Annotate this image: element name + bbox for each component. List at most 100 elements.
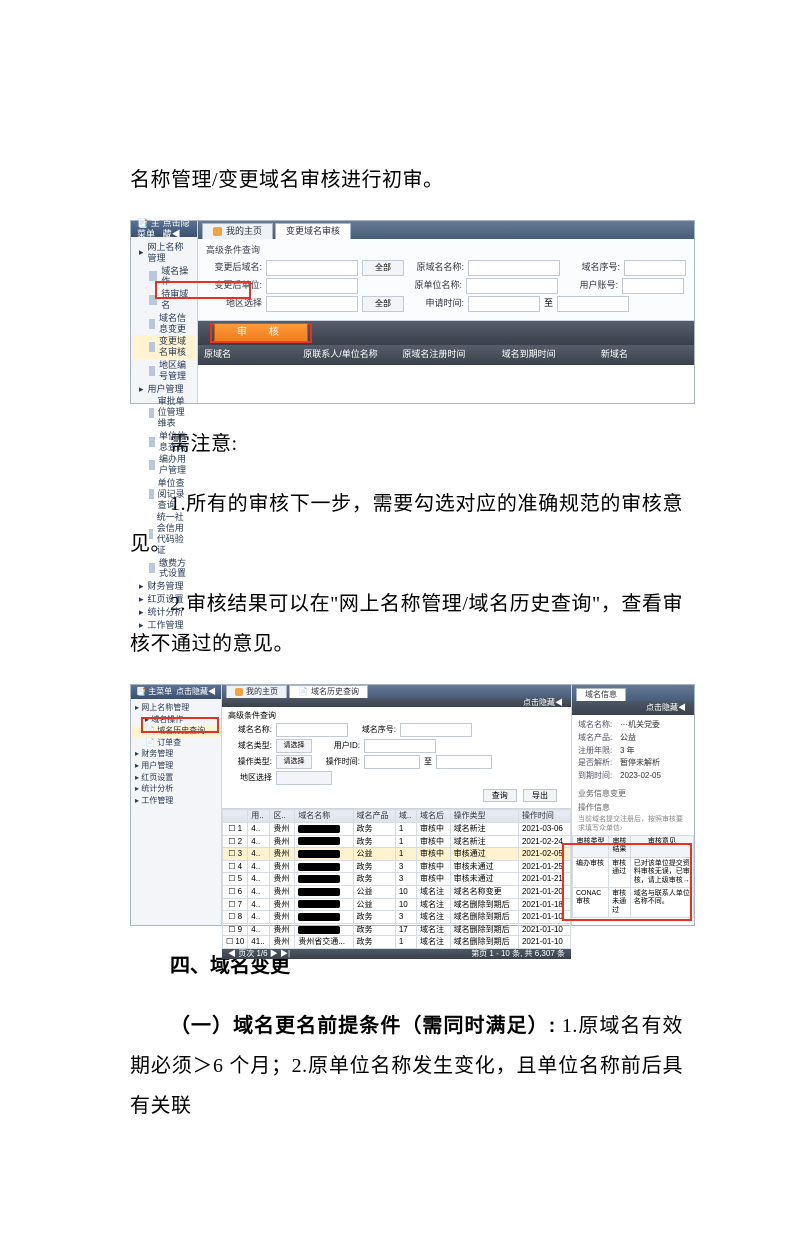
table-row[interactable]: ☐ 14..贵州政务1审核中域名新注2021-03-06 [223, 822, 571, 835]
tab-history[interactable]: 📄 域名历史查询 [289, 685, 368, 698]
select[interactable]: 请选择 [276, 755, 312, 769]
column-header: 域名后 [416, 810, 450, 823]
table-row[interactable]: ☐ 64..贵州公益10域名注域名名称变更2021-01-20 [223, 885, 571, 898]
pager-info: 第页 1 - 10 条, 共 6,307 条 [471, 949, 565, 959]
label: 地区选择 [228, 773, 272, 783]
tab-home[interactable]: 我的主页 [226, 685, 287, 698]
pager-nav[interactable]: ◀ 页次 1/6 ▶ ▶| [228, 949, 290, 959]
label: 用户账号: [562, 280, 618, 291]
section-label: 业务信息变更 [572, 787, 694, 801]
tree-item[interactable]: 域名信息变更 [133, 312, 195, 336]
date-input[interactable] [557, 296, 629, 312]
select[interactable]: 请选择 [276, 739, 312, 753]
label: 域名序号: [564, 262, 620, 273]
note-2: 2.审核结果可以在"网上名称管理/域名历史查询"，查看审核不通过的意见。 [130, 584, 683, 664]
label: 原单位名称: [406, 280, 462, 291]
search-button[interactable]: 查询 [483, 789, 517, 803]
panel-title: 域名信息 [576, 688, 626, 701]
to-label: 至 [544, 298, 553, 309]
tree-item[interactable]: 地区编号管理 [133, 359, 195, 383]
column-header: 原联系人/单位名称 [297, 349, 396, 360]
audit-button[interactable]: 审 核 [214, 323, 308, 342]
tree-item[interactable]: 编办用户管理 [133, 453, 195, 477]
table-row[interactable]: ☐ 84..贵州政务3域名注域名删除到期后2021-01-10 [223, 911, 571, 924]
sidebar-title: 📑 主菜单 [136, 687, 172, 697]
table-row[interactable]: ☐ 54..贵州政务3审核中审核未通过2021-01-21 [223, 873, 571, 886]
screenshot-history-query: 📑 主菜单 点击隐藏◀ ▸ 网上名称管理 ▸ 域名操作 📄 域名历史查询 📄 订… [130, 684, 695, 926]
intro-text: 名称管理/变更域名审核进行初审。 [130, 160, 683, 200]
tree-item[interactable]: 📄 订单查 [131, 737, 221, 749]
table-row[interactable]: ☐ 24..贵州政务1审核中域名新注2021-02-24 [223, 835, 571, 848]
table-row[interactable]: ☐ 1041..贵州贵州省交通...政务1域名注域名删除到期后2021-01-1… [223, 936, 571, 949]
collapse-handle[interactable]: 点击隐藏◀ [646, 703, 686, 713]
label: 域名名称: [228, 725, 272, 735]
input[interactable] [266, 260, 358, 276]
note-title: 需注意: [130, 424, 683, 464]
tab-change-audit[interactable]: 变更域名审核 [275, 223, 351, 239]
label: 操作类型: [228, 757, 272, 767]
input[interactable] [266, 296, 358, 312]
label: 用户ID: [316, 741, 360, 751]
table-row[interactable]: ☐ 74..贵州公益10域名注域名删除到期后2021-01-18 [223, 898, 571, 911]
date-input[interactable] [436, 755, 492, 769]
tree-item[interactable]: ▸ 工作管理 [133, 619, 195, 632]
table-row[interactable]: ☐ 44..贵州政务3审核中审核未通过2021-01-25 [223, 860, 571, 873]
home-icon [213, 227, 222, 236]
input[interactable] [276, 723, 348, 737]
column-header: 操作时间 [518, 810, 570, 823]
table-row[interactable]: ☐ 94..贵州政务17域名注域名删除到期后2021-01-10 [223, 923, 571, 936]
tree-item[interactable]: ▸ 统计分析 [133, 606, 195, 619]
input[interactable] [468, 260, 560, 276]
tree-root[interactable]: ▸ 网上名称管理 [131, 702, 221, 714]
tree-item[interactable]: ▸ 工作管理 [131, 795, 221, 807]
note-1: 1.所有的审核下一步，需要勾选对应的准确规范的审核意见。 [130, 484, 683, 564]
tab-home[interactable]: 我的主页 [202, 223, 273, 239]
date-input[interactable] [364, 755, 420, 769]
tree-item[interactable]: ▸ 用户管理 [131, 760, 221, 772]
tree-item[interactable]: ▸ 财务管理 [131, 748, 221, 760]
label: 变更后单位: [206, 280, 262, 291]
section-label: 操作信息 [572, 801, 694, 815]
form-title: 高级条件查询 [206, 245, 686, 256]
input[interactable] [400, 723, 472, 737]
input[interactable] [266, 278, 358, 294]
select[interactable] [276, 771, 332, 785]
tree-item-change-audit[interactable]: 变更域名审核 [133, 335, 195, 359]
label: 变更后域名: [206, 262, 262, 273]
section-desc: 当前域名提交注册后，按照审核要求填写众单信› [572, 814, 694, 835]
select-all[interactable]: 全部 [362, 260, 404, 276]
tree-item[interactable]: 域名操作 [133, 265, 195, 289]
input[interactable] [624, 260, 686, 276]
form-title: 高级条件查询 [228, 711, 565, 721]
tree-item[interactable]: 单位查阅记录查询 [133, 477, 195, 511]
label: 申请时间: [408, 298, 464, 309]
input[interactable] [466, 278, 558, 294]
tree-item[interactable]: ▸ 用户管理 [133, 383, 195, 396]
results-table: 用..区..域名名称域名产品域..域名后操作类型操作时间 ☐ 14..贵州政务1… [222, 809, 571, 949]
date-input[interactable] [468, 296, 540, 312]
input[interactable] [622, 278, 684, 294]
sidebar-collapse[interactable]: 点击隐藏◀ [176, 687, 216, 697]
tree-root[interactable]: ▸ 网上名称管理 [133, 241, 195, 265]
select-all[interactable]: 全部 [362, 296, 404, 312]
tree-item[interactable]: ▸ 财务管理 [133, 580, 195, 593]
tree-item[interactable]: ▸ 统计分析 [131, 783, 221, 795]
tree-item[interactable]: 待审域名 [133, 288, 195, 312]
tree-item[interactable]: 缴费方式设置 [133, 557, 195, 581]
column-header: 域名到期时间 [496, 349, 595, 360]
tree-item[interactable]: 单位信息查询 [133, 430, 195, 454]
export-button[interactable]: 导出 [523, 789, 557, 803]
tree-item[interactable]: ▸ 红页设置 [133, 593, 195, 606]
tree-item[interactable]: 统一社会信用代码验证 [133, 511, 195, 556]
home-icon [235, 688, 243, 696]
tree-item[interactable]: 审批单位管理维表 [133, 395, 195, 429]
input[interactable] [364, 739, 436, 753]
label: 域名类型: [228, 741, 272, 751]
label: 操作时间: [316, 757, 360, 767]
column-header: 操作类型 [450, 810, 518, 823]
column-header: 新域名 [595, 349, 694, 360]
collapse-handle[interactable]: 点击隐藏◀ [523, 698, 563, 708]
label: 域名序号: [352, 725, 396, 735]
table-row[interactable]: ☐ 34..贵州公益1审核中审核通过2021-02-05 [223, 848, 571, 861]
tree-item[interactable]: ▸ 红页设置 [131, 772, 221, 784]
